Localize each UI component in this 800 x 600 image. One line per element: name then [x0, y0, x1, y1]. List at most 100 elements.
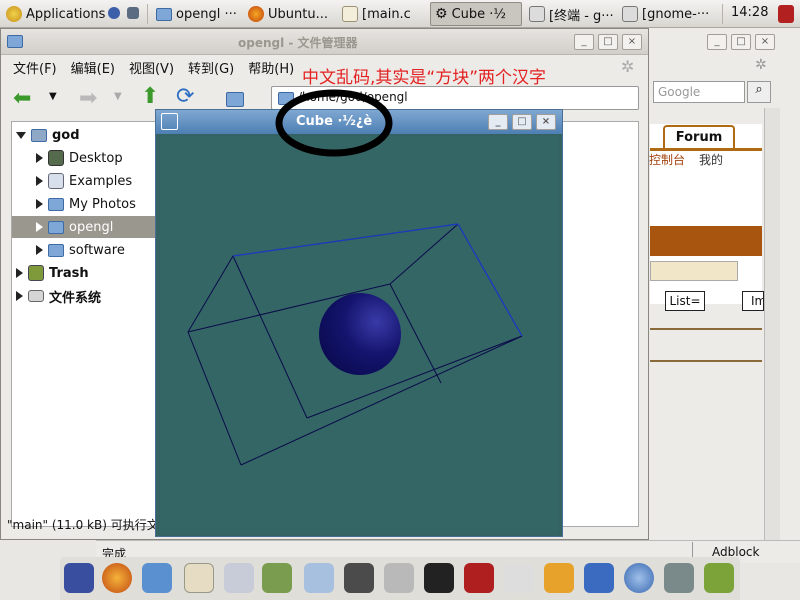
im-button[interactable]: Im — [742, 291, 764, 311]
task-opengl[interactable]: opengl ··· — [152, 2, 242, 26]
search-icon[interactable] — [304, 563, 334, 593]
task-terminal[interactable]: [终端 - g··· — [525, 2, 615, 26]
spreadsheet-icon[interactable] — [262, 563, 292, 593]
console-link[interactable]: 控制台 — [649, 151, 685, 168]
task-label: [终端 - g··· — [549, 8, 614, 24]
scrollbar[interactable] — [764, 108, 780, 553]
gear-icon: ⚙ — [435, 6, 448, 22]
media-icon[interactable] — [344, 563, 374, 593]
fm-titlebar[interactable]: opengl - 文件管理器 _ □ × — [1, 29, 648, 55]
expander-icon[interactable] — [36, 153, 43, 163]
notebook-icon[interactable] — [544, 563, 574, 593]
search-input[interactable]: Google — [653, 81, 745, 103]
home-folder-icon — [31, 128, 47, 142]
reload-icon[interactable]: ⟳ — [176, 84, 194, 109]
applications-menu[interactable]: Applications — [2, 2, 106, 26]
panel-separator — [722, 4, 723, 24]
expander-icon[interactable] — [36, 176, 43, 186]
expander-icon[interactable] — [36, 199, 43, 209]
home-folder-icon[interactable] — [226, 92, 244, 107]
network-icon[interactable] — [584, 563, 614, 593]
expander-icon[interactable] — [16, 268, 23, 278]
network-icon[interactable] — [108, 7, 120, 19]
close-button[interactable]: × — [755, 34, 775, 50]
chevron-down-icon[interactable]: ▼ — [49, 91, 57, 102]
tree-item-opengl[interactable]: opengl — [12, 216, 158, 238]
tree-label: god — [52, 127, 80, 143]
fm-sidebar: god Desktop Examples My Photos opengl so… — [11, 121, 158, 527]
menu-file[interactable]: 文件(F) — [13, 58, 57, 77]
gnome-foot-icon — [6, 6, 22, 22]
clock[interactable]: 14:28 — [731, 5, 768, 20]
menu-go[interactable]: 转到(G) — [188, 58, 234, 77]
close-button[interactable]: × — [622, 34, 642, 50]
fm-status-bar: "main" (11.0 kB) 可执行文 — [1, 512, 161, 536]
tree-item-software[interactable]: software — [12, 239, 158, 261]
terminal-icon — [529, 6, 545, 22]
my-link[interactable]: 我的 — [699, 151, 723, 168]
throbber-icon: ✲ — [621, 57, 635, 76]
text-field[interactable] — [650, 261, 738, 281]
divider — [650, 328, 762, 330]
tree-item-trash[interactable]: Trash — [12, 262, 158, 284]
up-icon[interactable]: ⬆ — [141, 84, 159, 109]
chevron-down-icon[interactable]: ▼ — [114, 91, 122, 102]
terminal-icon[interactable] — [424, 563, 454, 593]
fm-file-view[interactable] — [561, 121, 639, 527]
tree-label: software — [69, 242, 125, 258]
tab-forum[interactable]: Forum — [663, 125, 735, 149]
tree-label: Examples — [69, 173, 133, 189]
divider — [650, 360, 762, 362]
expander-icon[interactable] — [16, 291, 23, 301]
drive-icon[interactable] — [664, 563, 694, 593]
back-icon[interactable]: ⬅ — [13, 86, 31, 111]
expander-icon[interactable] — [16, 131, 26, 139]
maximize-button[interactable]: □ — [512, 114, 532, 130]
minimize-button[interactable]: _ — [488, 114, 508, 130]
opengl-canvas[interactable] — [160, 136, 558, 533]
maximize-button[interactable]: □ — [598, 34, 618, 50]
text-editor-icon — [342, 6, 358, 22]
writer-icon[interactable] — [224, 563, 254, 593]
trash-icon — [28, 265, 44, 281]
menu-edit[interactable]: 编辑(E) — [71, 58, 115, 77]
examples-icon — [48, 173, 64, 189]
search-icon[interactable]: ⌕ — [747, 81, 771, 103]
tree-item-examples[interactable]: Examples — [12, 170, 158, 192]
tree-item-filesystem[interactable]: 文件系统 — [12, 285, 158, 307]
tree-item-desktop[interactable]: Desktop — [12, 147, 158, 169]
trash-icon[interactable] — [704, 563, 734, 593]
task-main-c[interactable]: [main.c — [338, 2, 426, 26]
menu-view[interactable]: 视图(V) — [129, 58, 174, 77]
expander-icon[interactable] — [36, 245, 43, 255]
menu-help[interactable]: 帮助(H) — [248, 58, 294, 77]
firefox-icon[interactable] — [102, 563, 132, 593]
show-desktop-icon[interactable] — [127, 7, 139, 19]
folder-icon — [7, 35, 23, 48]
list-button[interactable]: List= — [665, 291, 705, 311]
task-ubuntu[interactable]: Ubuntu... — [244, 2, 334, 26]
user-switcher-icon[interactable] — [778, 5, 794, 23]
calculator-icon[interactable] — [384, 563, 414, 593]
maximize-button[interactable]: □ — [731, 34, 751, 50]
close-button[interactable]: × — [536, 114, 556, 130]
task-cube[interactable]: ⚙ Cube ·½ — [430, 2, 522, 26]
chat-icon[interactable] — [142, 563, 172, 593]
mouse-icon[interactable] — [64, 563, 94, 593]
notes-icon[interactable] — [184, 563, 214, 593]
applications-label: Applications — [26, 6, 106, 22]
tree-item-my-photos[interactable]: My Photos — [12, 193, 158, 215]
minimize-button[interactable]: _ — [707, 34, 727, 50]
edit-icon[interactable] — [504, 563, 534, 593]
globe-icon[interactable] — [624, 563, 654, 593]
task-gnome[interactable]: [gnome-··· — [618, 2, 714, 26]
expander-icon[interactable] — [36, 222, 43, 232]
dock — [60, 557, 740, 600]
folder-icon — [48, 220, 64, 234]
tree-item-god[interactable]: god — [12, 124, 158, 146]
forward-icon[interactable]: ➡ — [79, 86, 97, 111]
task-label: [gnome-··· — [642, 6, 710, 22]
folder-icon — [48, 197, 64, 211]
minimize-button[interactable]: _ — [574, 34, 594, 50]
dictionary-icon[interactable] — [464, 563, 494, 593]
